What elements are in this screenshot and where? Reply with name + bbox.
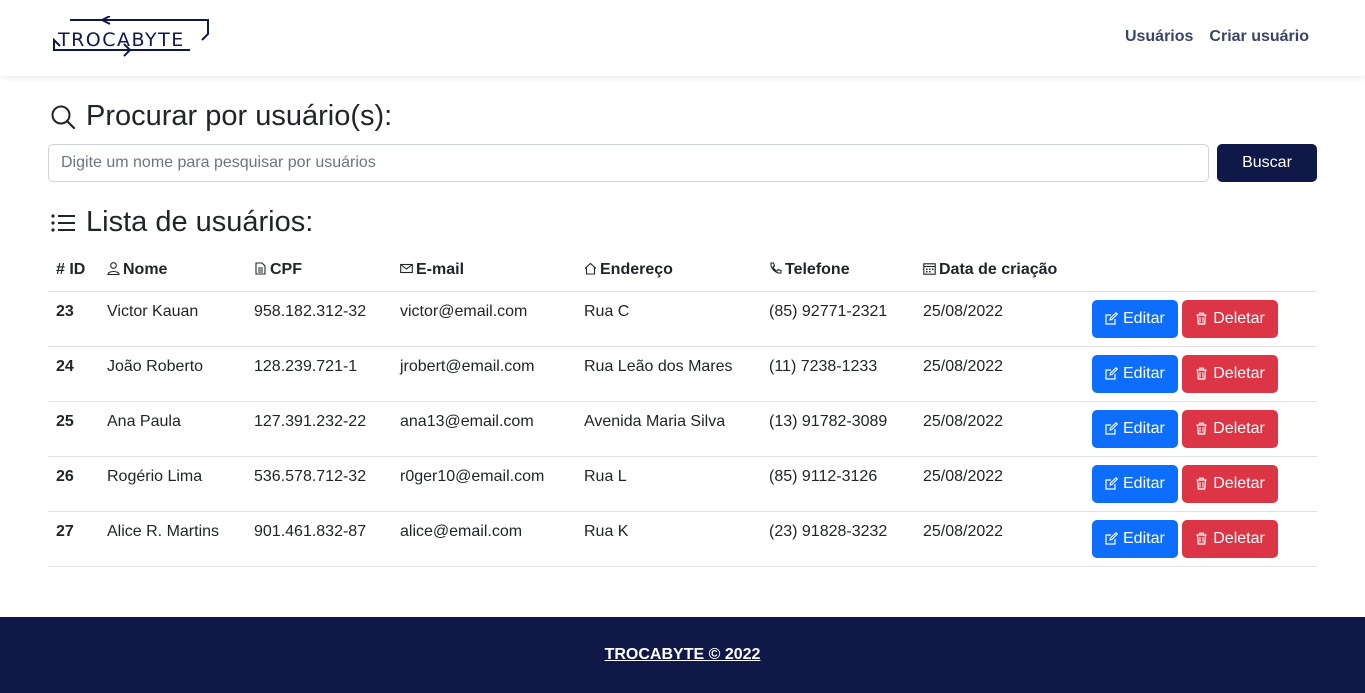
delete-button[interactable]: Deletar [1182,409,1278,448]
delete-button[interactable]: Deletar [1182,464,1278,503]
calendar-icon [923,263,936,275]
users-table-wrapper: # ID Nome CPF E-mail Endereço Telefone D… [48,250,1317,567]
cell-email: ana13@email.com [392,401,576,457]
cell-email: r0ger10@email.com [392,456,576,512]
trash-icon [1196,477,1207,490]
list-heading-text: Lista de usuários: [86,206,314,238]
person-icon [107,262,120,276]
column-header-created: Data de criação [915,250,1084,292]
house-icon [584,263,597,275]
table-row: 26 Rogério Lima 536.578.712-32 r0ger10@e… [48,456,1317,512]
envelope-icon [400,264,413,274]
nav-link-create-user[interactable]: Criar usuário [1209,28,1309,46]
column-header-actions [1084,250,1317,292]
navbar: TROCABYTE Usuários Criar usuário [0,0,1365,76]
delete-button[interactable]: Deletar [1182,519,1278,558]
cell-name: Rogério Lima [99,456,246,512]
cell-email: jrobert@email.com [392,346,576,402]
edit-button[interactable]: Editar [1092,409,1178,448]
cell-phone: (85) 92771-2321 [761,291,915,347]
table-header-row: # ID Nome CPF E-mail Endereço Telefone D… [48,250,1317,292]
cell-id: 24 [48,346,99,402]
table-row: 23 Victor Kauan 958.182.312-32 victor@em… [48,291,1317,347]
cell-id: 25 [48,401,99,457]
users-table: # ID Nome CPF E-mail Endereço Telefone D… [48,250,1317,567]
cell-name: Victor Kauan [99,291,246,347]
cell-name: João Roberto [99,346,246,402]
edit-icon [1105,477,1118,490]
delete-button[interactable]: Deletar [1182,299,1278,338]
cell-actions: Editar Deletar [1084,291,1317,347]
cell-cpf: 958.182.312-32 [246,291,392,347]
cell-id: 27 [48,511,99,567]
cell-address: Rua K [576,511,761,567]
search-button[interactable]: Buscar [1217,144,1317,182]
cell-actions: Editar Deletar [1084,511,1317,567]
search-heading: Procurar por usuário(s): [50,100,392,133]
cell-email: victor@email.com [392,291,576,347]
delete-button[interactable]: Deletar [1182,354,1278,393]
cell-id: 23 [48,291,99,347]
cell-address: Rua C [576,291,761,347]
trash-icon [1196,422,1207,435]
document-icon [255,262,266,275]
edit-button[interactable]: Editar [1092,299,1178,338]
edit-icon [1105,367,1118,380]
search-input[interactable] [48,144,1209,182]
cell-actions: Editar Deletar [1084,456,1317,512]
table-row: 25 Ana Paula 127.391.232-22 ana13@email.… [48,401,1317,457]
nav-link-users[interactable]: Usuários [1125,28,1193,46]
cell-cpf: 536.578.712-32 [246,456,392,512]
edit-icon [1105,422,1118,435]
column-header-email: E-mail [392,250,576,292]
trash-icon [1196,532,1207,545]
cell-id: 26 [48,456,99,512]
column-header-address: Endereço [576,250,761,292]
trash-icon [1196,312,1207,325]
edit-icon [1105,532,1118,545]
cell-created: 25/08/2022 [915,291,1084,347]
cell-created: 25/08/2022 [915,511,1084,567]
cell-actions: Editar Deletar [1084,346,1317,402]
phone-icon [770,262,782,274]
nav-links: Usuários Criar usuário [1125,28,1309,46]
edit-button[interactable]: Editar [1092,354,1178,393]
cell-cpf: 128.239.721-1 [246,346,392,402]
footer-link[interactable]: TROCABYTE © 2022 [605,646,761,664]
cell-actions: Editar Deletar [1084,401,1317,457]
column-header-phone: Telefone [761,250,915,292]
cell-created: 25/08/2022 [915,401,1084,457]
cell-name: Alice R. Martins [99,511,246,567]
cell-address: Avenida Maria Silva [576,401,761,457]
cell-phone: (85) 9112-3126 [761,456,915,512]
cell-address: Rua L [576,456,761,512]
trocabyte-logo[interactable]: TROCABYTE [50,16,212,60]
edit-button[interactable]: Editar [1092,464,1178,503]
column-header-cpf: CPF [246,250,392,292]
cell-phone: (11) 7238-1233 [761,346,915,402]
cell-phone: (13) 91782-3089 [761,401,915,457]
edit-icon [1105,312,1118,325]
cell-phone: (23) 91828-3232 [761,511,915,567]
cell-email: alice@email.com [392,511,576,567]
cell-cpf: 901.461.832-87 [246,511,392,567]
edit-button[interactable]: Editar [1092,519,1178,558]
cell-cpf: 127.391.232-22 [246,401,392,457]
footer: TROCABYTE © 2022 [0,617,1365,693]
column-header-id: # ID [48,250,99,292]
search-heading-text: Procurar por usuário(s): [86,100,393,132]
search-icon [51,105,76,129]
column-header-name: Nome [99,250,246,292]
cell-address: Rua Leão dos Mares [576,346,761,402]
cell-name: Ana Paula [99,401,246,457]
list-heading: Lista de usuários: [50,206,313,239]
list-icon [51,213,75,232]
svg-text:TROCABYTE: TROCABYTE [57,29,185,51]
trash-icon [1196,367,1207,380]
table-row: 24 João Roberto 128.239.721-1 jrobert@em… [48,346,1317,402]
table-row: 27 Alice R. Martins 901.461.832-87 alice… [48,511,1317,567]
cell-created: 25/08/2022 [915,346,1084,402]
cell-created: 25/08/2022 [915,456,1084,512]
